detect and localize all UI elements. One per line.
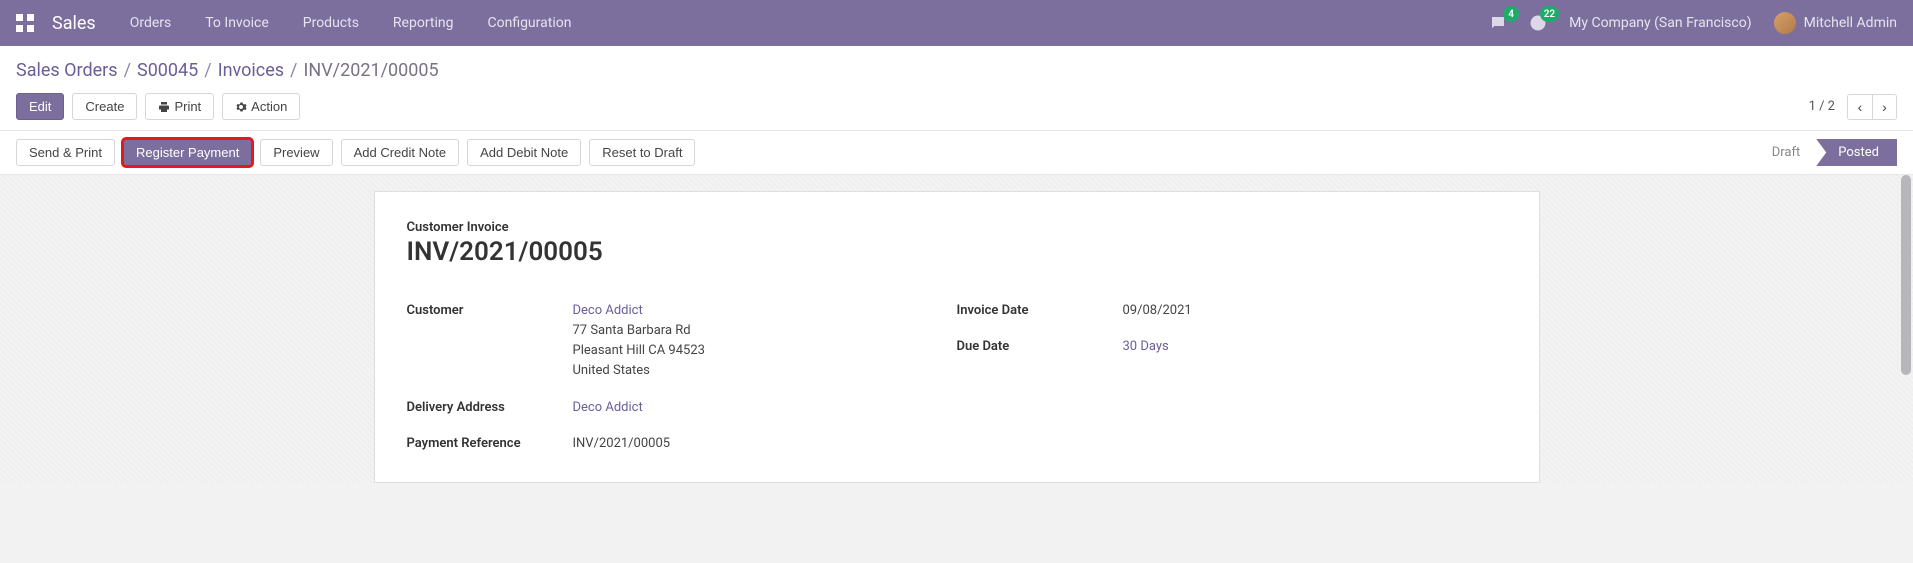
chat-icon[interactable]: 4: [1489, 14, 1507, 32]
username: Mitchell Admin: [1804, 15, 1897, 31]
label-due-date: Due Date: [957, 337, 1123, 354]
action-label: Action: [251, 99, 287, 114]
nav-right: 4 22 My Company (San Francisco) Mitchell…: [1489, 12, 1897, 34]
breadcrumb-order[interactable]: S00045: [137, 60, 198, 81]
send-print-button[interactable]: Send & Print: [16, 139, 115, 166]
left-column: Customer Deco Addict 77 Santa Barbara Rd…: [407, 301, 957, 454]
value-invoice-date: 09/08/2021: [1123, 301, 1192, 321]
label-delivery-address: Delivery Address: [407, 398, 573, 415]
customer-link[interactable]: Deco Addict: [573, 303, 643, 318]
breadcrumb-sep: /: [124, 60, 131, 81]
breadcrumb-sep: /: [290, 60, 297, 81]
nav-link-reporting[interactable]: Reporting: [393, 15, 454, 31]
pager-prev[interactable]: ‹: [1848, 95, 1872, 119]
doc-name: INV/2021/00005: [407, 237, 1507, 267]
apps-icon[interactable]: [16, 14, 34, 32]
activity-icon[interactable]: 22: [1529, 14, 1547, 32]
form-sheet: Customer Invoice INV/2021/00005 Customer…: [374, 191, 1540, 483]
value-customer: Deco Addict 77 Santa Barbara Rd Pleasant…: [573, 301, 705, 382]
breadcrumb-invoices[interactable]: Invoices: [218, 60, 284, 81]
breadcrumb-current: INV/2021/00005: [303, 60, 438, 81]
status-bar: Draft Posted: [1758, 139, 1897, 166]
action-button[interactable]: Action: [222, 93, 300, 120]
canvas: Customer Invoice INV/2021/00005 Customer…: [0, 175, 1913, 483]
customer-city: Pleasant Hill CA 94523: [573, 343, 705, 358]
due-date-link[interactable]: 30 Days: [1123, 339, 1169, 354]
status-posted[interactable]: Posted: [1816, 139, 1897, 166]
action-bar: Send & Print Register Payment Preview Ad…: [0, 130, 1913, 175]
subheader: Sales Orders / S00045 / Invoices / INV/2…: [0, 46, 1913, 130]
print-icon: [158, 101, 170, 113]
pager: 1 / 2 ‹ ›: [1809, 94, 1897, 120]
customer-country: United States: [573, 363, 650, 378]
user-menu[interactable]: Mitchell Admin: [1774, 12, 1897, 34]
top-nav: Sales Orders To Invoice Products Reporti…: [0, 0, 1913, 46]
print-label: Print: [174, 99, 201, 114]
pager-next[interactable]: ›: [1872, 95, 1896, 119]
nav-link-configuration[interactable]: Configuration: [487, 15, 571, 31]
control-row: Edit Create Print Action 1 / 2 ‹ ›: [16, 93, 1897, 120]
status-draft[interactable]: Draft: [1758, 139, 1817, 166]
label-payment-reference: Payment Reference: [407, 434, 573, 451]
chat-badge: 4: [1503, 6, 1519, 22]
delivery-address-link[interactable]: Deco Addict: [573, 400, 643, 415]
customer-street: 77 Santa Barbara Rd: [573, 323, 691, 338]
label-customer: Customer: [407, 301, 573, 318]
pager-count: 1 / 2: [1809, 99, 1835, 114]
avatar: [1774, 12, 1796, 34]
company-selector[interactable]: My Company (San Francisco): [1569, 15, 1751, 31]
reset-to-draft-button[interactable]: Reset to Draft: [589, 139, 695, 166]
app-brand[interactable]: Sales: [52, 13, 96, 34]
register-payment-button[interactable]: Register Payment: [123, 139, 252, 166]
right-column: Invoice Date 09/08/2021 Due Date 30 Days: [957, 301, 1507, 454]
edit-button[interactable]: Edit: [16, 93, 64, 120]
breadcrumb-sep: /: [204, 60, 211, 81]
value-payment-reference: INV/2021/00005: [573, 434, 671, 454]
add-debit-note-button[interactable]: Add Debit Note: [467, 139, 581, 166]
nav-link-orders[interactable]: Orders: [130, 15, 172, 31]
breadcrumb: Sales Orders / S00045 / Invoices / INV/2…: [16, 60, 1897, 81]
breadcrumb-sales-orders[interactable]: Sales Orders: [16, 60, 118, 81]
create-button[interactable]: Create: [72, 93, 137, 120]
nav-links: Orders To Invoice Products Reporting Con…: [130, 15, 572, 31]
gear-icon: [235, 101, 247, 113]
add-credit-note-button[interactable]: Add Credit Note: [341, 139, 460, 166]
label-invoice-date: Invoice Date: [957, 301, 1123, 318]
preview-button[interactable]: Preview: [260, 139, 332, 166]
nav-link-products[interactable]: Products: [303, 15, 359, 31]
scrollbar-thumb[interactable]: [1901, 175, 1911, 375]
nav-link-to-invoice[interactable]: To Invoice: [205, 15, 269, 31]
activity-badge: 22: [1540, 6, 1559, 22]
doc-type: Customer Invoice: [407, 220, 1507, 235]
print-button[interactable]: Print: [145, 93, 214, 120]
